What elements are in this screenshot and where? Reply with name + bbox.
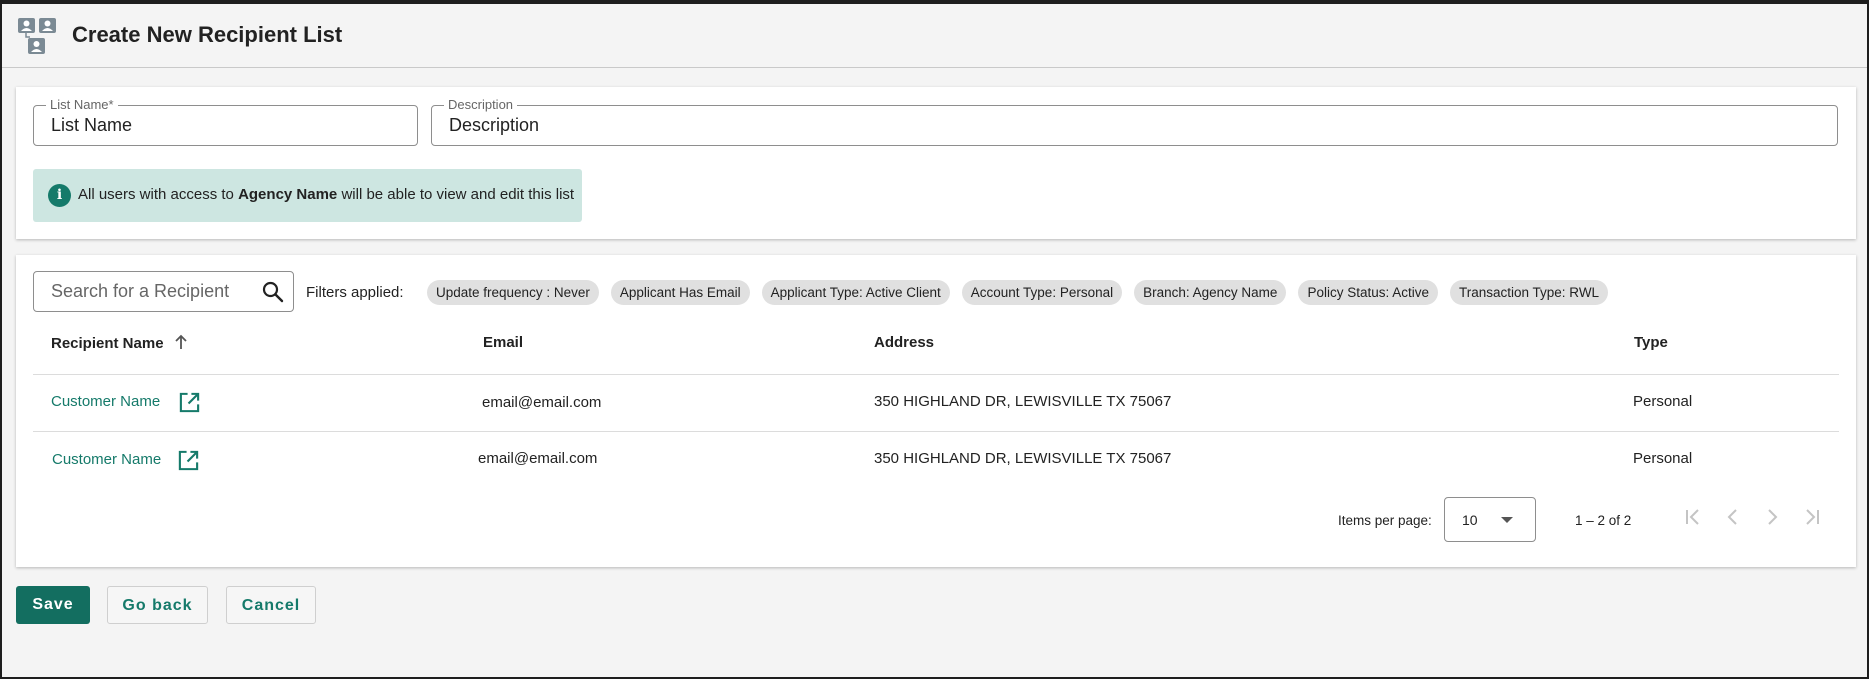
page-size-select[interactable]: 10 xyxy=(1444,497,1536,542)
filter-chip[interactable]: Policy Status: Active xyxy=(1298,280,1438,305)
save-button[interactable]: Save xyxy=(16,586,90,624)
recipient-name-link[interactable]: Customer Name xyxy=(51,393,160,410)
page-range: 1 – 2 of 2 xyxy=(1575,513,1632,528)
list-name-field[interactable]: List Name* List Name xyxy=(33,97,418,146)
description-field[interactable]: Description Description xyxy=(431,97,1838,146)
filter-chip[interactable]: Branch: Agency Name xyxy=(1134,280,1287,305)
column-header-address[interactable]: Address xyxy=(874,334,934,351)
recipient-type: Personal xyxy=(1633,450,1693,467)
app-window: Create New Recipient List List Name* Lis… xyxy=(0,0,1869,679)
search-input[interactable] xyxy=(34,272,254,311)
recipient-email: email@email.com xyxy=(482,394,602,411)
filter-chip[interactable]: Account Type: Personal xyxy=(961,280,1123,305)
recipient-name-link[interactable]: Customer Name xyxy=(52,451,161,468)
next-page-icon[interactable] xyxy=(1760,505,1784,529)
list-name-label: List Name* xyxy=(46,97,118,112)
cancel-button[interactable]: Cancel xyxy=(226,586,316,624)
page-title: Create New Recipient List xyxy=(72,22,343,47)
contact-list-icon xyxy=(18,18,56,54)
column-header-recipient-name[interactable]: Recipient Name xyxy=(51,334,188,352)
recipient-address: 350 HIGHLAND DR, LEWISVILLE TX 75067 xyxy=(874,393,1172,410)
info-prefix: All users with access to xyxy=(78,186,239,203)
items-per-page-label: Items per page: xyxy=(1338,513,1432,528)
previous-page-icon[interactable] xyxy=(1721,505,1745,529)
filter-chip[interactable]: Applicant Has Email xyxy=(610,280,750,305)
info-icon: i xyxy=(48,184,71,207)
column-header-email[interactable]: Email xyxy=(483,334,523,351)
recipient-address: 350 HIGHLAND DR, LEWISVILLE TX 75067 xyxy=(874,450,1172,467)
filter-chip[interactable]: Transaction Type: RWL xyxy=(1450,280,1609,305)
list-name-value[interactable]: List Name xyxy=(51,115,132,136)
column-header-type[interactable]: Type xyxy=(1634,334,1668,351)
info-suffix: will be able to view and edit this list xyxy=(337,186,575,203)
agency-name: Agency Name xyxy=(238,186,338,203)
page-header: Create New Recipient List xyxy=(2,4,1867,68)
access-info-banner: i All users with access to Agency Name w… xyxy=(33,169,582,222)
row-divider xyxy=(33,374,1839,375)
description-label: Description xyxy=(444,97,518,112)
open-in-new-icon[interactable] xyxy=(178,391,201,414)
description-value[interactable]: Description xyxy=(449,115,539,136)
search-icon[interactable] xyxy=(261,280,285,304)
filters-label: Filters applied: xyxy=(306,284,404,301)
last-page-icon[interactable] xyxy=(1800,505,1824,529)
first-page-icon[interactable] xyxy=(1681,505,1705,529)
recipients-card: Filters applied: Update frequency : Neve… xyxy=(16,255,1856,567)
filter-chips: Update frequency : Never Applicant Has E… xyxy=(427,280,1609,305)
column-header-label: Recipient Name xyxy=(51,335,164,352)
dropdown-arrow-icon xyxy=(1501,517,1513,523)
recipient-type: Personal xyxy=(1633,393,1693,410)
filter-chip[interactable]: Applicant Type: Active Client xyxy=(761,280,950,305)
page-size-value: 10 xyxy=(1462,512,1478,528)
go-back-button[interactable]: Go back xyxy=(107,586,208,624)
filter-chip[interactable]: Update frequency : Never xyxy=(427,280,599,305)
recipient-email: email@email.com xyxy=(478,450,598,467)
access-info-text: All users with access to Agency Name wil… xyxy=(78,186,574,203)
open-in-new-icon[interactable] xyxy=(177,449,200,472)
list-details-card: List Name* List Name Description Descrip… xyxy=(16,87,1856,239)
row-divider xyxy=(33,431,1839,432)
recipient-search[interactable] xyxy=(33,271,294,312)
sort-ascending-icon[interactable] xyxy=(174,334,188,350)
